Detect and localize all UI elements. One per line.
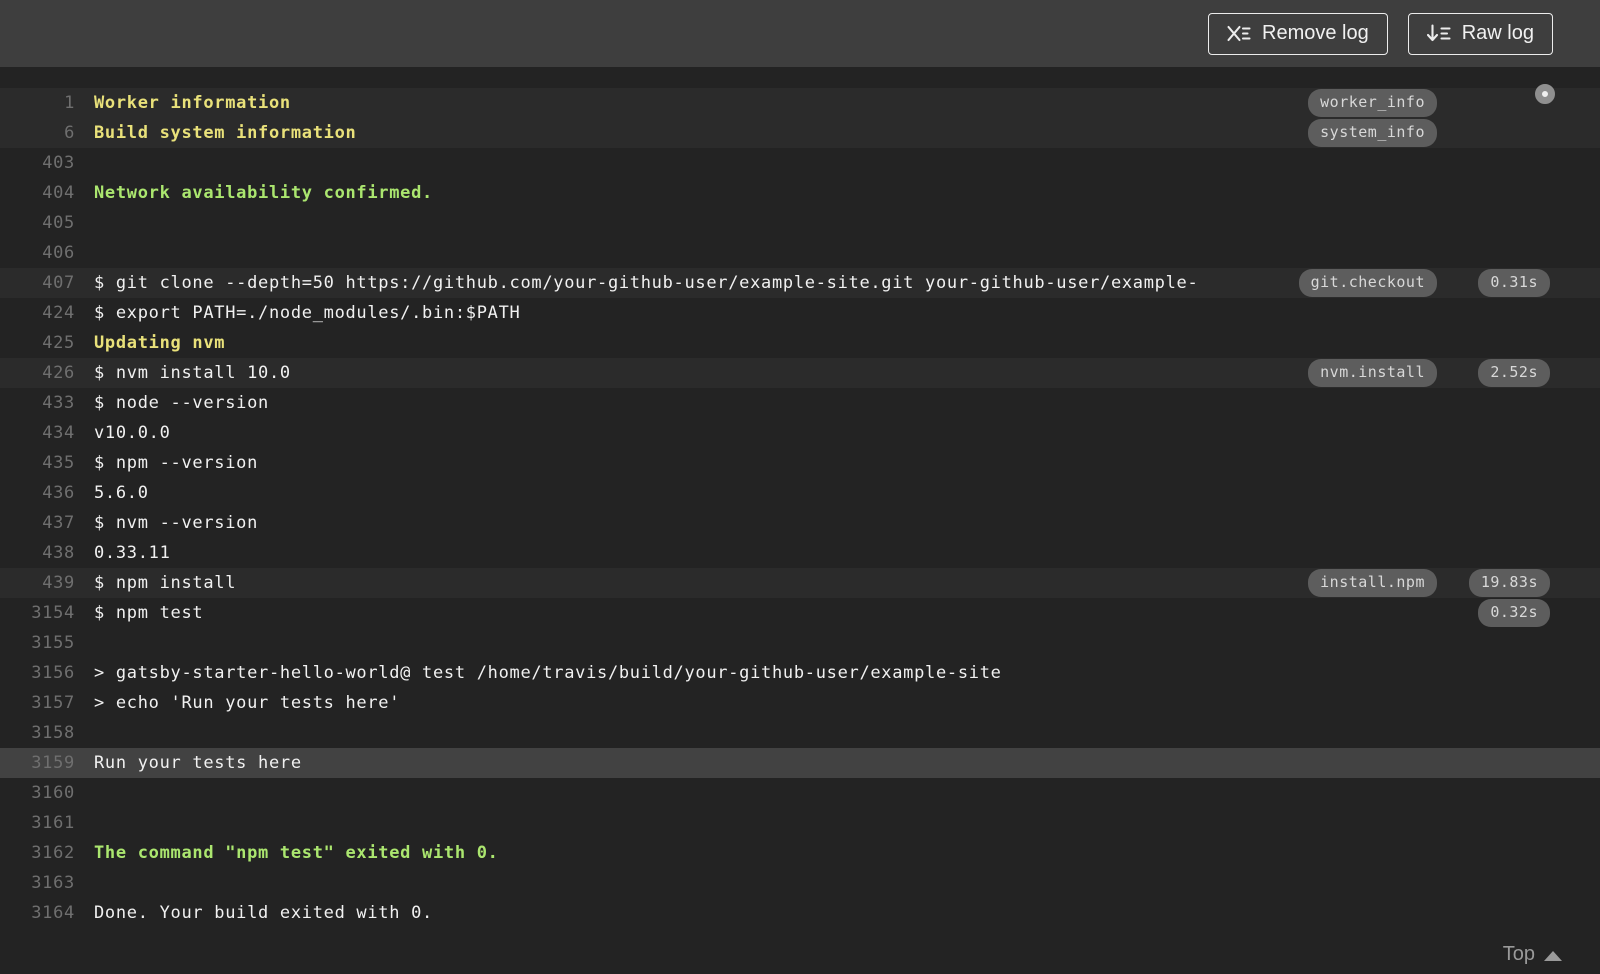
log-line: 436 5.6.0: [0, 478, 1600, 508]
line-number[interactable]: 3160: [0, 783, 75, 803]
log-line: 3164 Done. Your build exited with 0.: [0, 898, 1600, 928]
line-number[interactable]: 3158: [0, 723, 75, 743]
log-line: 404 Network availability confirmed.: [0, 178, 1600, 208]
duration-badge: 2.52s: [1478, 359, 1550, 387]
log-line: 3162 The command "npm test" exited with 0…: [0, 838, 1600, 868]
line-number[interactable]: 436: [0, 483, 75, 503]
log-line-text: > gatsby-starter-hello-world@ test /home…: [94, 663, 1002, 683]
log-lines: 1 Worker information worker_info 6 Build sys…: [0, 88, 1600, 928]
line-number[interactable]: 6: [0, 123, 75, 143]
line-number[interactable]: 426: [0, 363, 75, 383]
log-line: 437 $ nvm --version: [0, 508, 1600, 538]
log-line-text: > echo 'Run your tests here': [94, 693, 401, 713]
log-line-text: $ nvm --version: [94, 513, 259, 533]
log-line-text: Run your tests here: [94, 753, 302, 773]
log-line: 425 Updating nvm: [0, 328, 1600, 358]
remove-log-label: Remove log: [1262, 22, 1369, 44]
log-line: 426 $ nvm install 10.0 nvm.install 2.52s: [0, 358, 1600, 388]
log-line: 424 $ export PATH=./node_modules/.bin:$PA…: [0, 298, 1600, 328]
stage-tag-badge: system_info: [1308, 119, 1437, 147]
line-number[interactable]: 3154: [0, 603, 75, 623]
log-line: 403: [0, 148, 1600, 178]
remove-log-button[interactable]: Remove log: [1208, 12, 1388, 55]
log-line: 3157 > echo 'Run your tests here': [0, 688, 1600, 718]
build-log: 1 Worker information worker_info 6 Build sys…: [0, 67, 1600, 974]
line-number[interactable]: 438: [0, 543, 75, 563]
stage-tag-badge: worker_info: [1308, 89, 1437, 117]
line-number[interactable]: 3157: [0, 693, 75, 713]
log-line-text: 0.33.11: [94, 543, 171, 563]
raw-log-label: Raw log: [1461, 22, 1534, 44]
log-line: 439 $ npm install install.npm 19.83s: [0, 568, 1600, 598]
log-line: 405: [0, 208, 1600, 238]
log-line: 3158: [0, 718, 1600, 748]
line-number[interactable]: 3156: [0, 663, 75, 683]
line-number[interactable]: 3164: [0, 903, 75, 923]
duration-badge: 0.32s: [1478, 599, 1550, 627]
line-number[interactable]: 433: [0, 393, 75, 413]
top-link-label: Top: [1502, 943, 1535, 965]
duration-badge: 0.31s: [1478, 269, 1550, 297]
log-line-text: v10.0.0: [94, 423, 171, 443]
log-line: 438 0.33.11: [0, 538, 1600, 568]
line-number[interactable]: 407: [0, 273, 75, 293]
log-line-text: The command "npm test" exited with 0.: [94, 843, 499, 863]
line-number[interactable]: 439: [0, 573, 75, 593]
stage-tag-badge: nvm.install: [1308, 359, 1437, 387]
log-line: 435 $ npm --version: [0, 448, 1600, 478]
line-number[interactable]: 405: [0, 213, 75, 233]
up-arrow-icon: [1544, 950, 1562, 961]
log-line: 434 v10.0.0: [0, 418, 1600, 448]
stage-tag-badge: git.checkout: [1298, 269, 1437, 297]
line-number[interactable]: 3155: [0, 633, 75, 653]
log-line: 6 Build system information system_info: [0, 118, 1600, 148]
log-line: 3159 Run your tests here: [0, 748, 1600, 778]
line-number[interactable]: 435: [0, 453, 75, 473]
line-number[interactable]: 3161: [0, 813, 75, 833]
log-line: 407 $ git clone --depth=50 https://github…: [0, 268, 1600, 298]
log-line-text: Network availability confirmed.: [94, 183, 433, 203]
raw-log-button[interactable]: Raw log: [1407, 12, 1553, 55]
line-number[interactable]: 437: [0, 513, 75, 533]
line-number[interactable]: 424: [0, 303, 75, 323]
log-line-text: 5.6.0: [94, 483, 149, 503]
line-number[interactable]: 425: [0, 333, 75, 353]
line-number[interactable]: 404: [0, 183, 75, 203]
log-line: 3156 > gatsby-starter-hello-world@ test /…: [0, 658, 1600, 688]
line-number[interactable]: 3159: [0, 753, 75, 773]
log-line: 433 $ node --version: [0, 388, 1600, 418]
log-line: 3154 $ npm test 0.32s: [0, 598, 1600, 628]
log-line: 3163: [0, 868, 1600, 898]
line-number[interactable]: 3162: [0, 843, 75, 863]
log-line-text: $ npm test: [94, 603, 204, 623]
line-number[interactable]: 3163: [0, 873, 75, 893]
log-line-text: $ export PATH=./node_modules/.bin:$PATH: [94, 303, 521, 323]
log-line: 406: [0, 238, 1600, 268]
log-line-text: Done. Your build exited with 0.: [94, 903, 433, 923]
raw-log-icon: [1426, 24, 1451, 43]
log-line-text: $ node --version: [94, 393, 269, 413]
stage-tag-badge: install.npm: [1308, 569, 1437, 597]
line-number[interactable]: 403: [0, 153, 75, 173]
scroll-to-top-link[interactable]: Top: [1503, 943, 1562, 966]
log-line: 3155: [0, 628, 1600, 658]
follow-log-button[interactable]: [1535, 84, 1555, 104]
line-number[interactable]: 1: [0, 93, 75, 113]
log-line-text: Updating nvm: [94, 333, 226, 353]
log-line: 1 Worker information worker_info: [0, 88, 1600, 118]
line-number[interactable]: 434: [0, 423, 75, 443]
duration-badge: 19.83s: [1468, 569, 1550, 597]
log-line: 3161: [0, 808, 1600, 838]
log-line-text: $ npm --version: [94, 453, 259, 473]
log-line: 3160: [0, 778, 1600, 808]
line-number[interactable]: 406: [0, 243, 75, 263]
toolbar: Remove log Raw log: [0, 0, 1600, 67]
remove-log-icon: [1227, 24, 1251, 43]
